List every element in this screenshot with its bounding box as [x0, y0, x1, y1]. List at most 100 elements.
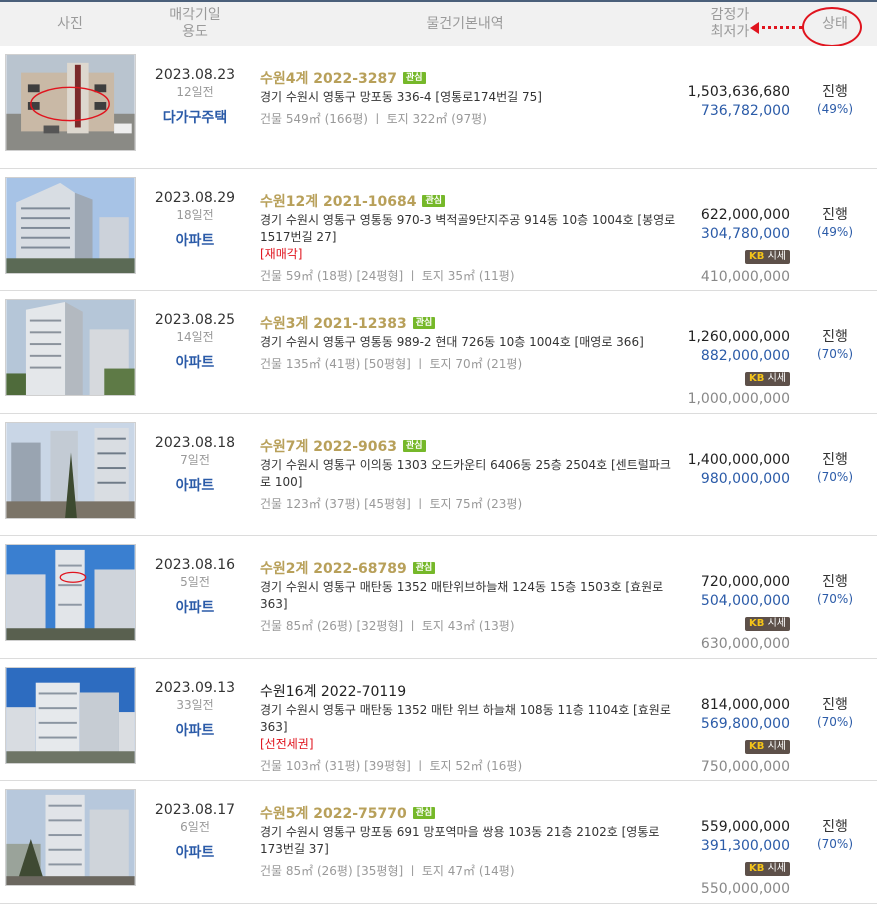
- case-number[interactable]: 수원2계 2022-68789: [260, 561, 407, 577]
- area-info: 건물 135㎡ (41평) [50평형] ㅣ 토지 70㎡ (21평): [260, 357, 523, 371]
- kb-icon: KB: [749, 618, 765, 629]
- property-photo[interactable]: [5, 666, 136, 764]
- market-price: 630,000,000: [700, 636, 790, 652]
- status-text: 진행: [822, 696, 848, 713]
- days-remaining: 33일전: [176, 697, 214, 712]
- appraised-price: 1,260,000,000: [687, 329, 790, 345]
- sale-date: 2023.08.17: [154, 802, 236, 818]
- header-price[interactable]: 감정가 최저가: [680, 2, 780, 46]
- case-number[interactable]: 수원4계 2022-3287: [260, 71, 397, 87]
- market-price-label: 시세: [767, 863, 786, 874]
- table-row[interactable]: 2023.09.13 33일전 아파트 수원16계 2022-70119 경기 …: [0, 658, 877, 781]
- case-number-link[interactable]: 수원7계 2022-9063 관심: [260, 438, 680, 456]
- interest-badge[interactable]: 관심: [403, 72, 426, 84]
- property-use: 아파트: [175, 845, 215, 861]
- status-percent: (49%): [816, 224, 854, 239]
- appraised-price: 559,000,000: [700, 819, 790, 835]
- interest-badge[interactable]: 관심: [422, 194, 446, 207]
- property-info-cell: 수원2계 2022-68789 관심 경기 수원시 영통구 매탄동 1352 매탄…: [260, 536, 680, 635]
- table-row[interactable]: 2023.08.25 14일전 아파트 수원3계 2021-12383 관심 경기…: [0, 291, 877, 414]
- status-cell: 진행 (70%): [800, 536, 870, 658]
- price-cell: 720,000,000 504,000,000 KB 시세 630,000,00…: [680, 536, 790, 658]
- property-info-cell: 수원3계 2021-12383 관심 경기 수원시 영통구 영통동 989-2 현…: [260, 291, 680, 373]
- case-number-link[interactable]: 수원16계 2022-70119: [260, 683, 680, 701]
- status-text: 진행: [822, 574, 848, 590]
- market-price-label: 시세: [767, 373, 786, 384]
- case-number-link[interactable]: 수원12계 2021-10684 관심: [260, 193, 680, 211]
- header-use-label: 용도: [182, 24, 208, 40]
- area-info: 건물 103㎡ (31평) [39평형] ㅣ 토지 52㎡ (16평): [260, 758, 523, 773]
- case-number-link[interactable]: 수원2계 2022-68789 관심: [260, 560, 680, 578]
- minimum-price: 391,300,000: [700, 838, 790, 854]
- days-remaining: 5일전: [180, 575, 210, 589]
- interest-badge[interactable]: 관심: [412, 317, 436, 329]
- days-remaining: 12일전: [176, 85, 214, 99]
- property-address: 경기 수원시 영통구 매탄동 1352 매탄위브하늘채 124동 15층 150…: [260, 580, 664, 611]
- sale-date: 2023.09.13: [154, 679, 236, 696]
- table-row[interactable]: 2023.08.23 12일전 다가구주택 수원4계 2022-3287 관심 경…: [0, 46, 877, 169]
- market-price-label: 시세: [767, 740, 786, 752]
- property-photo[interactable]: [5, 176, 136, 274]
- market-price-button[interactable]: KB 시세: [745, 617, 790, 631]
- minimum-price: 980,000,000: [700, 470, 790, 487]
- property-address: 경기 수원시 영통구 망포동 691 망포역마을 쌍용 103동 21층 210…: [260, 825, 660, 856]
- property-photo[interactable]: [5, 544, 136, 641]
- status-percent: (70%): [816, 469, 854, 484]
- market-price-button[interactable]: KB 시세: [745, 372, 790, 386]
- status-cell: 진행 (49%): [800, 46, 870, 168]
- appraised-price: 814,000,000: [700, 696, 790, 713]
- special-tag: [선전세권]: [260, 736, 314, 751]
- market-price-button[interactable]: KB 시세: [745, 862, 790, 876]
- area-info: 건물 549㎡ (166평) ㅣ 토지 322㎡ (97평): [260, 112, 487, 126]
- table-header: 사진 매각기일 용도 물건기본내역 감정가 최저가 상태: [0, 0, 877, 46]
- sale-date: 2023.08.29: [154, 189, 236, 206]
- table-row[interactable]: 2023.08.17 6일전 아파트 수원5계 2022-75770 관심 경기 …: [0, 781, 877, 904]
- area-info: 건물 59㎡ (18평) [24평형] ㅣ 토지 35㎡ (11평): [260, 268, 515, 283]
- property-info-cell: 수원16계 2022-70119 경기 수원시 영통구 매탄동 1352 매탄 …: [260, 659, 680, 775]
- price-cell: 814,000,000 569,800,000 KB 시세 750,000,00…: [680, 659, 790, 781]
- appraised-price: 1,400,000,000: [687, 451, 790, 468]
- listing-rows: 2023.08.23 12일전 다가구주택 수원4계 2022-3287 관심 경…: [0, 46, 877, 904]
- price-cell: 1,503,636,680 736,782,000: [680, 46, 790, 168]
- property-address: 경기 수원시 영통구 영통동 970-3 벽적골9단지주공 914동 10층 1…: [260, 212, 676, 244]
- property-use: 아파트: [175, 355, 215, 371]
- property-use: 아파트: [175, 722, 215, 739]
- property-photo[interactable]: [5, 789, 136, 886]
- status-percent: (70%): [816, 714, 854, 729]
- property-photo[interactable]: [5, 299, 136, 396]
- status-cell: 진행 (70%): [800, 659, 870, 781]
- case-number[interactable]: 수원16계 2022-70119: [260, 684, 406, 700]
- table-row[interactable]: 2023.08.29 18일전 아파트 수원12계 2021-10684 관심 경…: [0, 168, 877, 291]
- case-number[interactable]: 수원5계 2022-75770: [260, 806, 407, 822]
- status-percent: (70%): [816, 837, 854, 851]
- minimum-price: 304,780,000: [700, 225, 790, 242]
- case-number[interactable]: 수원7계 2022-9063: [260, 439, 397, 455]
- status-text: 진행: [822, 329, 848, 345]
- interest-badge[interactable]: 관심: [412, 807, 436, 819]
- minimum-price: 504,000,000: [700, 593, 790, 609]
- kb-icon: KB: [749, 740, 765, 752]
- property-photo[interactable]: [5, 421, 136, 519]
- market-price-button[interactable]: KB 시세: [745, 739, 790, 754]
- interest-badge[interactable]: 관심: [403, 439, 426, 452]
- table-row[interactable]: 2023.08.18 7일전 아파트 수원7계 2022-9063 관심 경기 수…: [0, 413, 877, 536]
- case-number-link[interactable]: 수원5계 2022-75770 관심: [260, 805, 680, 823]
- header-info: 물건기본내역: [250, 2, 680, 46]
- property-photo[interactable]: [5, 54, 136, 151]
- market-price-label: 시세: [767, 250, 786, 262]
- status-percent: (70%): [816, 347, 854, 361]
- interest-badge[interactable]: 관심: [412, 562, 436, 574]
- market-price-button[interactable]: KB 시세: [745, 249, 790, 264]
- header-date-label: 매각기일: [169, 7, 221, 23]
- table-row[interactable]: 2023.08.16 5일전 아파트 수원2계 2022-68789 관심 경기 …: [0, 536, 877, 659]
- status-text: 진행: [822, 819, 848, 835]
- case-number-link[interactable]: 수원3계 2021-12383 관심: [260, 315, 680, 333]
- case-number-link[interactable]: 수원4계 2022-3287 관심: [260, 70, 680, 88]
- case-number[interactable]: 수원12계 2021-10684: [260, 194, 416, 210]
- header-photo-label: 사진: [57, 15, 83, 32]
- kb-icon: KB: [749, 863, 765, 874]
- case-number[interactable]: 수원3계 2021-12383: [260, 316, 407, 332]
- property-info-cell: 수원4계 2022-3287 관심 경기 수원시 영통구 망포동 336-4 [영…: [260, 46, 680, 128]
- date-use-cell: 2023.08.25 14일전 아파트: [140, 291, 250, 413]
- kb-icon: KB: [749, 373, 765, 384]
